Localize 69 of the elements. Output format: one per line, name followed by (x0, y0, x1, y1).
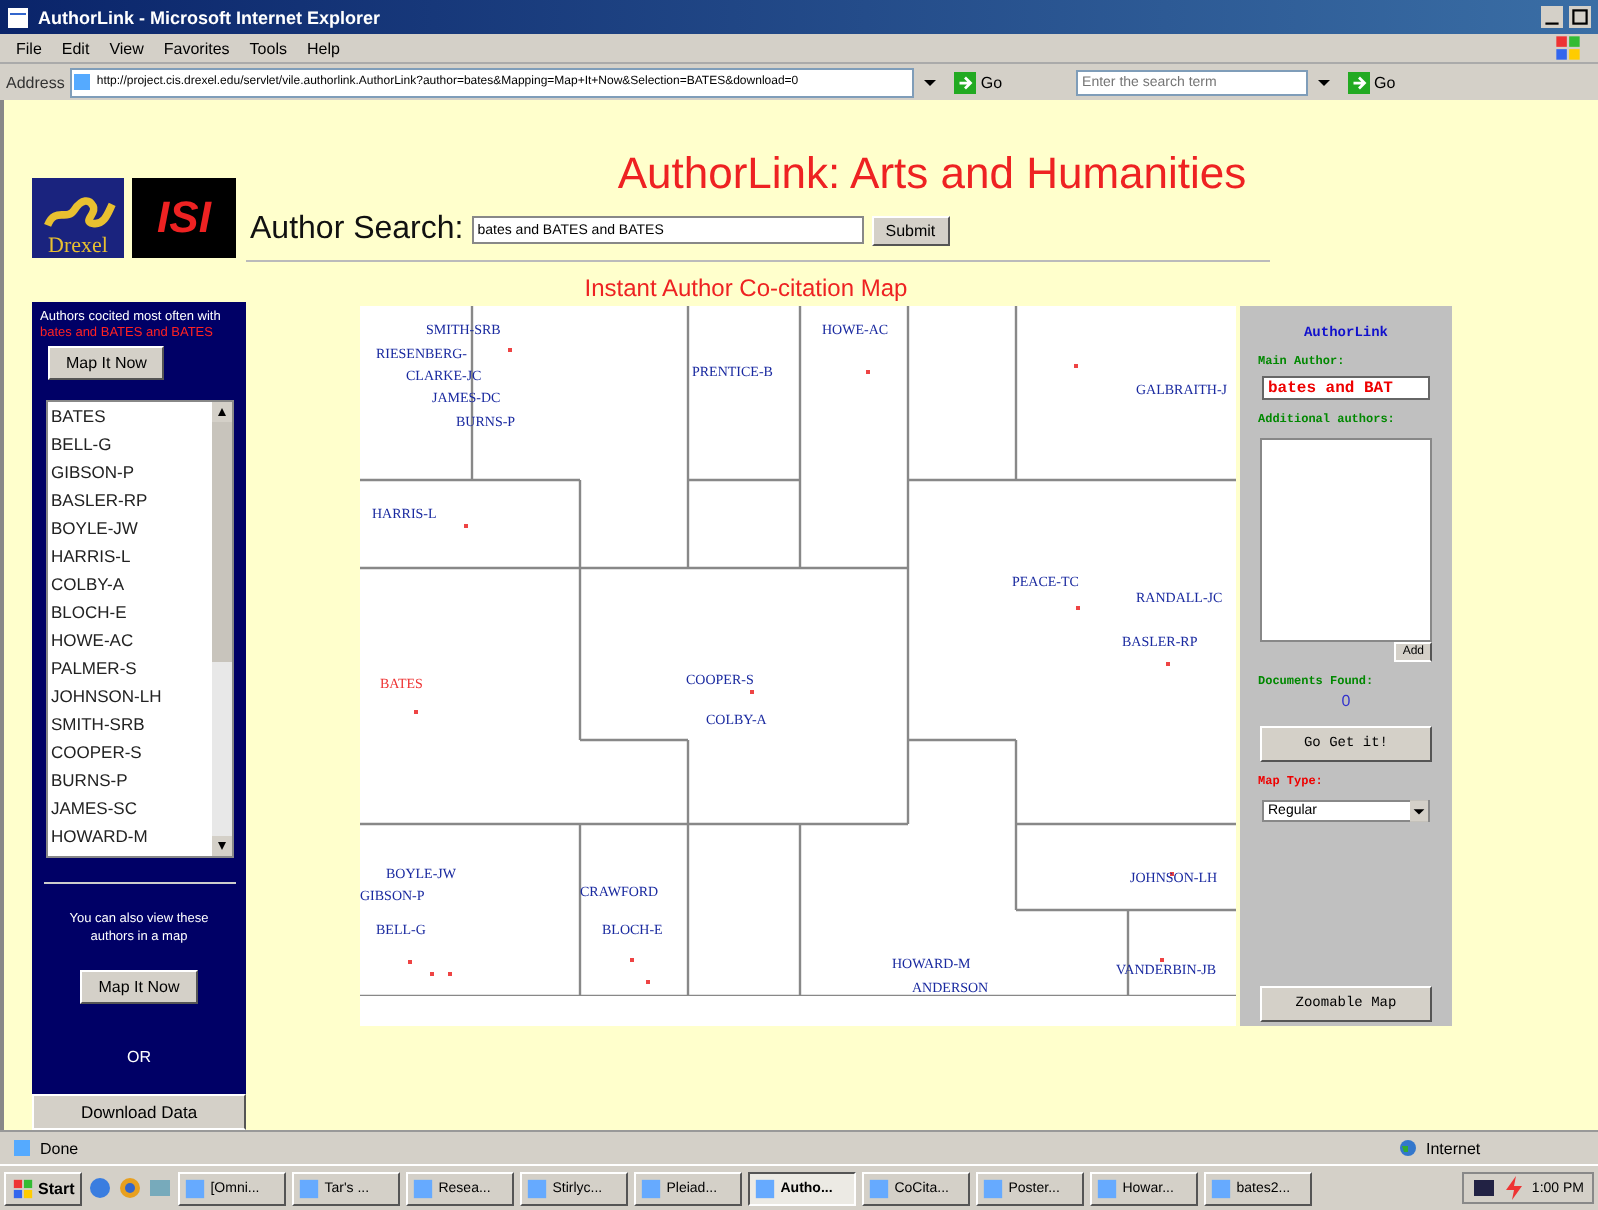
minimize-icon[interactable] (1540, 6, 1564, 28)
author-list-item[interactable]: PALMER-S (51, 654, 211, 683)
browser-icon (6, 5, 30, 29)
page-icon (12, 1138, 32, 1158)
download-data-button[interactable]: Download Data (32, 1094, 246, 1130)
author-list-item[interactable]: COLBY-A (51, 570, 211, 599)
browser-icon[interactable] (88, 1176, 113, 1200)
window-icon (184, 1177, 207, 1199)
windows-logo-icon (12, 1177, 34, 1199)
window-icon (526, 1177, 549, 1199)
status-text: Done (40, 1139, 81, 1157)
author-list-item[interactable]: HOWE-AC (51, 626, 211, 655)
menu-item[interactable]: Favorites (163, 39, 230, 57)
scrollbar[interactable] (211, 402, 231, 857)
globe-icon (1398, 1138, 1418, 1158)
start-button[interactable]: Start (4, 1171, 83, 1205)
author-list-item[interactable]: HOWARD-M (51, 822, 211, 851)
author-list-item[interactable]: COOPER-S (51, 738, 211, 767)
or-text: OR (127, 1048, 151, 1067)
lightning-icon (1501, 1176, 1526, 1200)
menu-item[interactable]: View (109, 39, 144, 57)
map-it-now-button[interactable]: Map It Now (48, 346, 165, 381)
author-list-item[interactable]: JAMES-SC (51, 794, 211, 823)
globe-icon[interactable] (118, 1176, 143, 1200)
maximize-icon[interactable] (1568, 6, 1592, 28)
go-button[interactable]: Go (946, 71, 1011, 93)
author-list[interactable]: BATES BELL-G GIBSON-P BASLER-RP BOYLE-JW HARRIS-L COLBY-A BLOCH-E HOWE-AC PALMER-S JOHNSON-LH SMITH-SRB COOPER-S BURNS-P JAMES-SC HOWARD-M (45, 400, 233, 859)
author-list-item[interactable]: GIBSON-P (51, 458, 211, 487)
window-icon (1096, 1177, 1119, 1199)
search-go-button[interactable]: Go (1340, 71, 1404, 93)
window-icon (412, 1177, 435, 1199)
author-list-item[interactable]: BASLER-RP (51, 486, 211, 515)
window-icon (298, 1177, 321, 1199)
page-title: AuthorLink: Arts and Humanities (615, 148, 1249, 200)
window-title: AuthorLink - Microsoft Internet Explorer (38, 7, 383, 27)
windows-logo-icon (1554, 34, 1582, 62)
zone-text: Internet (1426, 1139, 1483, 1157)
window-icon (754, 1177, 777, 1199)
window-icon (982, 1177, 1005, 1199)
author-list-item[interactable]: BELL-G (51, 430, 211, 459)
window-icon (868, 1177, 891, 1199)
isi-logo[interactable]: ISI (132, 178, 236, 258)
author-list-item[interactable]: SMITH-SRB (51, 710, 211, 739)
address-label: Address (6, 73, 65, 91)
main-author-field[interactable]: bates and BAT (1262, 376, 1430, 400)
map-title: Instant Author Co-citation Map (582, 274, 910, 302)
author-list-item[interactable]: JOHNSON-LH (51, 682, 211, 711)
menu-item[interactable]: Tools (249, 39, 287, 57)
drexel-logo[interactable]: Drexel (32, 178, 124, 258)
author-list-item[interactable]: BLOCH-E (51, 598, 211, 627)
map-it-now-button[interactable]: Map It Now (80, 970, 198, 1005)
submit-button[interactable]: Submit (871, 215, 950, 245)
menu-item[interactable]: Edit (61, 39, 90, 57)
author-list-item[interactable]: HARRIS-L (51, 542, 211, 571)
documents-count: 0 (1341, 692, 1351, 710)
arrow-icon (954, 71, 977, 93)
menu-item[interactable]: File (16, 39, 42, 57)
window-icon (640, 1177, 663, 1199)
author-list-item[interactable]: BURNS-P (51, 766, 211, 795)
network-icon (1471, 1176, 1496, 1200)
author-list-item[interactable]: BOYLE-JW (51, 514, 211, 543)
dropdown-icon (1410, 800, 1428, 822)
menu-item[interactable]: Help (306, 39, 340, 57)
arrow-icon (1348, 71, 1371, 93)
author-search-label: Author Search: (250, 212, 464, 248)
additional-authors-field[interactable] (1260, 438, 1432, 642)
author-list-item[interactable]: BATES (51, 402, 211, 431)
page-icon (72, 72, 93, 92)
window-icon (1210, 1177, 1233, 1199)
